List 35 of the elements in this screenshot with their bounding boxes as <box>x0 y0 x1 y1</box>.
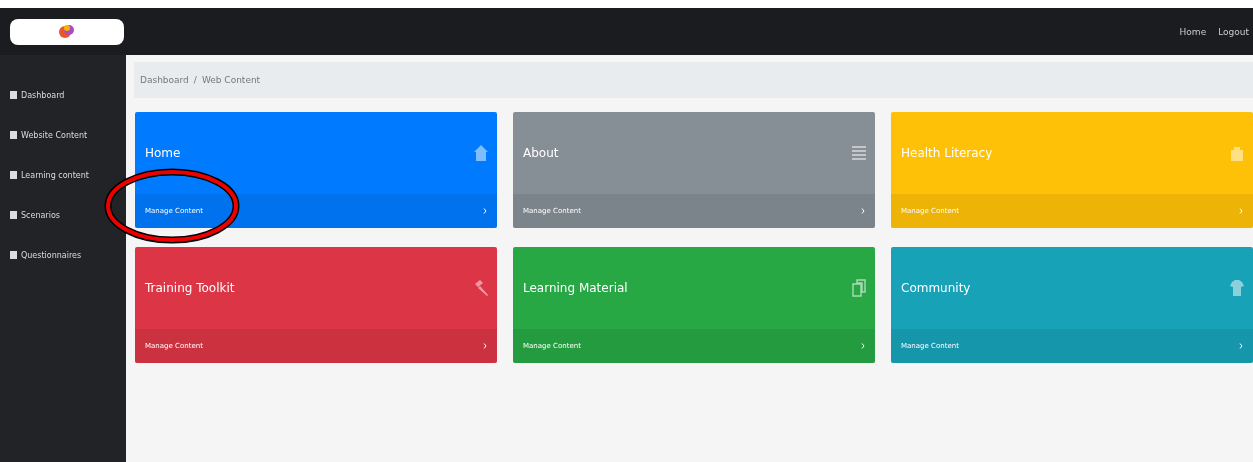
chevron-right-icon <box>1239 208 1243 214</box>
copy-icon <box>851 279 867 297</box>
breadcrumb-separator: / <box>193 75 197 85</box>
card-title: Training Toolkit <box>145 281 235 295</box>
menu-icon <box>10 91 17 99</box>
house-icon <box>473 144 489 162</box>
list-icon <box>851 144 867 162</box>
card-title: Learning Material <box>523 281 628 295</box>
sidebar-item[interactable]: Questionnaires <box>21 250 82 260</box>
menu-icon <box>10 211 17 219</box>
chevron-right-icon <box>1239 343 1243 349</box>
card-title: Health Literacy <box>901 146 993 160</box>
card-title: Community <box>901 281 971 295</box>
logout-link[interactable]: Logout <box>1218 26 1249 37</box>
chevron-right-icon <box>483 208 487 214</box>
sidebar-item[interactable]: Dashboard <box>21 90 65 100</box>
logo-icon <box>58 22 76 41</box>
chevron-right-icon <box>483 343 487 349</box>
logo[interactable] <box>10 18 124 45</box>
shirt-icon <box>1229 279 1245 297</box>
sidebar-item[interactable]: Website Content <box>21 130 88 140</box>
card-title: Home <box>145 146 181 160</box>
chevron-right-icon <box>861 208 865 214</box>
card-title: About <box>523 146 559 160</box>
sidebar-item[interactable]: Scenarios <box>21 210 60 220</box>
home-link[interactable]: Home <box>1179 26 1207 37</box>
breadcrumb-item: Web Content <box>201 75 261 85</box>
gavel-icon <box>473 279 489 297</box>
bag-icon <box>1229 144 1245 162</box>
chevron-right-icon <box>861 343 865 349</box>
sidebar-item[interactable]: Learning content <box>21 170 89 180</box>
menu-icon <box>10 131 17 139</box>
breadcrumb-item[interactable]: Dashboard <box>140 75 189 85</box>
menu-icon <box>10 251 17 259</box>
menu-icon <box>10 171 17 179</box>
